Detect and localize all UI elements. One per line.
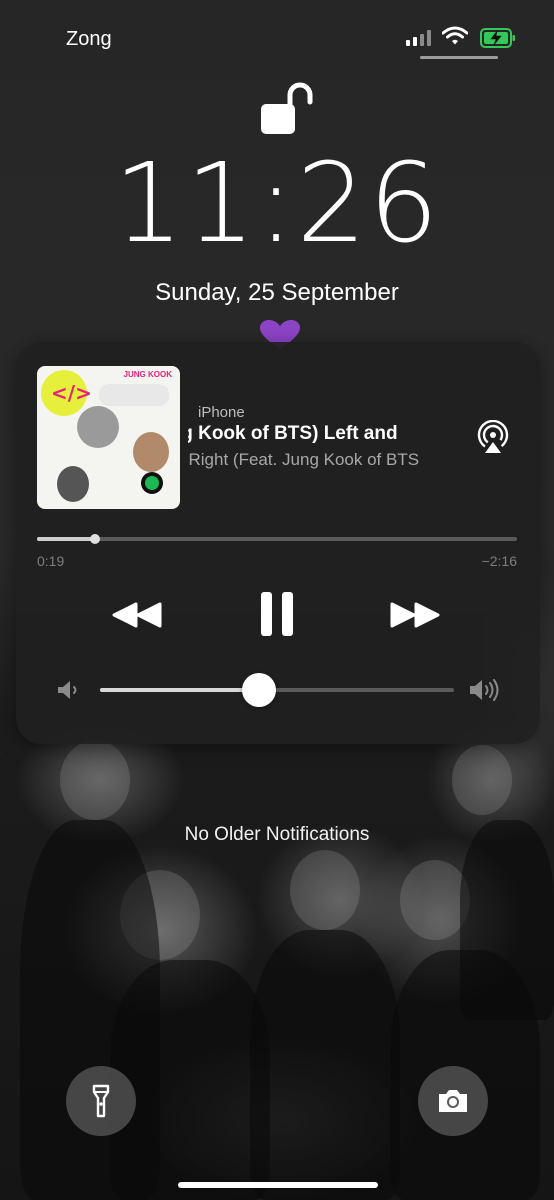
home-indicator[interactable] bbox=[178, 1182, 378, 1188]
album-art-logo: </> bbox=[41, 370, 92, 416]
rewind-icon[interactable] bbox=[108, 590, 168, 640]
now-playing-widget[interactable]: </> JUNG KOOK iPhone ung Kook of BTS) Le… bbox=[16, 342, 540, 744]
album-art-logo-mark: </> bbox=[51, 381, 92, 405]
playback-scrubber-knob[interactable] bbox=[89, 534, 100, 544]
track-title: ung Kook of BTS) Left and bbox=[188, 423, 398, 444]
album-art[interactable]: </> JUNG KOOK bbox=[37, 366, 180, 509]
camera-button[interactable] bbox=[418, 1066, 488, 1136]
volume-low-icon bbox=[58, 681, 77, 699]
album-art-figure bbox=[77, 406, 119, 448]
airplay-icon[interactable] bbox=[476, 420, 510, 454]
remaining-time: −2:16 bbox=[481, 553, 517, 569]
wallpaper-face bbox=[290, 850, 360, 930]
volume-slider-fill bbox=[100, 688, 260, 692]
track-title-marquee: ung Kook of BTS) Left and bbox=[188, 423, 466, 447]
album-art-figure bbox=[133, 432, 169, 472]
lock-screen-date: Sunday, 25 September bbox=[155, 279, 399, 306]
status-indicator-bar bbox=[420, 56, 498, 59]
pause-icon[interactable] bbox=[248, 590, 308, 640]
cellular-signal-icon bbox=[406, 30, 432, 46]
elapsed-time: 0:19 bbox=[37, 553, 65, 569]
volume-slider[interactable] bbox=[100, 673, 454, 707]
playback-source: iPhone bbox=[198, 404, 245, 421]
volume-high-icon bbox=[470, 679, 499, 701]
status-bar: Zong bbox=[0, 0, 554, 70]
flashlight-button[interactable] bbox=[66, 1066, 136, 1136]
album-art-artist: JUNG KOOK bbox=[123, 370, 172, 379]
wallpaper-face bbox=[452, 745, 512, 815]
playback-scrubber[interactable] bbox=[37, 534, 517, 544]
carrier-name: Zong bbox=[66, 28, 112, 50]
no-older-notifications-label: No Older Notifications bbox=[184, 824, 370, 845]
track-subtitle-marquee: l Right (Feat. Jung Kook of BTS bbox=[188, 450, 466, 472]
wallpaper-figure bbox=[460, 820, 554, 1020]
wallpaper-figure bbox=[250, 930, 400, 1200]
flashlight-icon bbox=[92, 1084, 110, 1118]
volume-slider-knob[interactable] bbox=[242, 673, 277, 707]
battery-charging-icon bbox=[480, 28, 515, 48]
spotify-icon bbox=[141, 472, 163, 494]
fast-forward-icon[interactable] bbox=[384, 590, 444, 640]
playback-progress-fill bbox=[37, 537, 95, 541]
album-art-figure bbox=[99, 384, 169, 406]
wifi-icon bbox=[442, 26, 468, 45]
wallpaper-figure bbox=[110, 960, 270, 1200]
lock-screen-time: 11:26 bbox=[113, 139, 441, 267]
unlocked-padlock-icon bbox=[261, 82, 313, 134]
album-art-figure bbox=[57, 466, 89, 502]
wallpaper-face bbox=[60, 740, 130, 820]
track-subtitle: l Right (Feat. Jung Kook of BTS bbox=[188, 450, 420, 469]
camera-icon bbox=[439, 1090, 467, 1112]
